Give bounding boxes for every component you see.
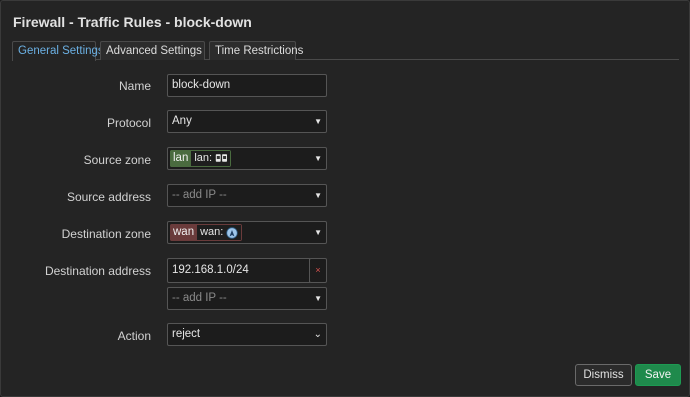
source-address-placeholder: -- add IP -- [172, 189, 227, 201]
action-label: Action [117, 329, 151, 343]
remove-address-button[interactable]: × [309, 258, 327, 283]
dismiss-button[interactable]: Dismiss [575, 364, 632, 386]
wireless-icon [226, 227, 239, 239]
protocol-value: Any [172, 115, 192, 127]
destination-zone-badge: wan wan: [170, 224, 243, 241]
name-input[interactable]: block-down [167, 74, 327, 97]
tab-advanced-settings[interactable]: Advanced Settings [100, 41, 205, 60]
source-zone-label: Source zone [83, 153, 151, 167]
ethernet-icon [215, 153, 228, 164]
chevron-down-icon: ⌄ [313, 329, 322, 340]
dialog-title: Firewall - Traffic Rules - block-down [13, 14, 252, 30]
destination-zone-label: Destination zone [61, 227, 151, 241]
action-select[interactable]: reject ⌄ [167, 323, 327, 346]
traffic-rule-dialog: Firewall - Traffic Rules - block-down Ge… [0, 0, 690, 397]
source-address-label: Source address [66, 190, 151, 204]
destination-zone-select[interactable]: wan wan: ▼ [167, 221, 327, 244]
source-address-select[interactable]: -- add IP -- ▼ [167, 184, 327, 207]
chevron-down-icon: ▼ [314, 117, 322, 126]
destination-zone-interfaces: wan: [200, 226, 224, 238]
chevron-down-icon: ▼ [314, 191, 322, 200]
tab-bar: General Settings Advanced Settings Time … [12, 41, 679, 61]
destination-address-label: Destination address [44, 264, 151, 278]
destination-address-placeholder: -- add IP -- [172, 292, 227, 304]
source-zone-badge: lan lan: [170, 150, 232, 167]
tab-general-settings[interactable]: General Settings [12, 41, 104, 61]
chevron-down-icon: ▼ [314, 154, 322, 163]
action-value: reject [172, 328, 201, 340]
chevron-down-icon: ▼ [314, 228, 322, 237]
destination-address-add-select[interactable]: -- add IP -- ▼ [167, 287, 327, 310]
source-zone-select[interactable]: lan lan: ▼ [167, 147, 327, 170]
name-label: Name [118, 79, 151, 93]
chevron-down-icon: ▼ [314, 294, 322, 303]
protocol-select[interactable]: Any ▼ [167, 110, 327, 133]
destination-zone-name: wan [170, 224, 198, 241]
tab-time-restrictions[interactable]: Time Restrictions [209, 41, 303, 60]
save-button[interactable]: Save [635, 364, 681, 386]
protocol-label: Protocol [106, 116, 151, 130]
destination-address-entry[interactable]: 192.168.1.0/24 [167, 258, 310, 283]
source-zone-name: lan [170, 150, 192, 167]
source-zone-interfaces: lan: [194, 152, 213, 164]
